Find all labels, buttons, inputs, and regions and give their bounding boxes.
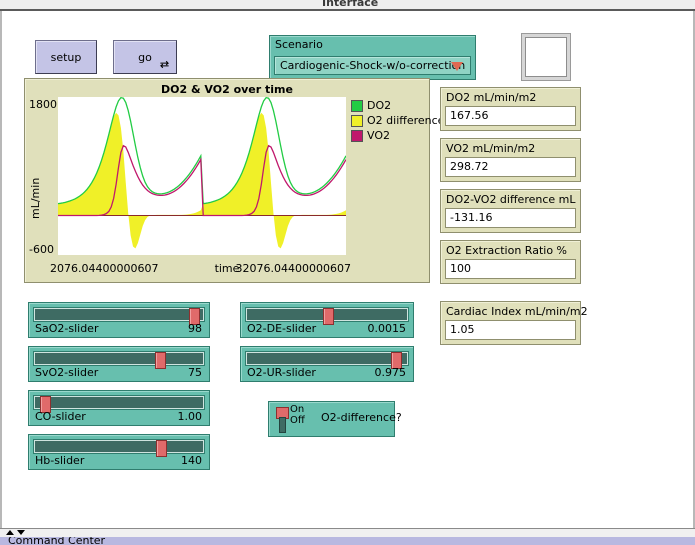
o2-difference-switch[interactable]: On Off O2-difference? [268, 401, 395, 437]
monitor-label: Cardiac Index mL/min/m2 [446, 305, 588, 318]
slider-fill [35, 309, 203, 320]
slider-fill [35, 441, 203, 452]
slider-track[interactable] [245, 307, 409, 322]
slider-track[interactable] [33, 351, 205, 366]
slider-thumb[interactable] [155, 352, 166, 369]
slider-sao2-slider[interactable]: SaO2-slider 98 [28, 302, 210, 338]
slider-o2-ur-slider[interactable]: O2-UR-slider 0.975 [240, 346, 414, 382]
plot-y-min-tick: -600 [29, 243, 54, 256]
switch-on-label: On [290, 404, 304, 415]
plot-y-max-tick: 1800 [29, 98, 57, 111]
monitor-cardiac-index-ml-min-m2[interactable]: Cardiac Index mL/min/m21.05 [440, 301, 581, 345]
command-center-title: Command Center [8, 537, 105, 545]
monitor-value: 167.56 [450, 109, 489, 122]
slider-track[interactable] [33, 439, 205, 454]
switch-stem-icon [279, 417, 286, 433]
slider-name-label: Hb-slider [35, 454, 84, 467]
monitor-vo2-ml-min-m2[interactable]: VO2 mL/min/m2 298.72 [440, 138, 581, 182]
slider-value-label: 1.00 [178, 410, 203, 423]
slider-name-label: SaO2-slider [35, 322, 98, 335]
setup-button-label: setup [51, 51, 82, 64]
slider-thumb[interactable] [323, 308, 334, 325]
legend-label-vo2: VO2 [367, 129, 390, 142]
slider-thumb[interactable] [156, 440, 167, 457]
slider-value-label: 98 [188, 322, 202, 335]
legend-item-vo2: VO2 [351, 129, 425, 142]
monitor-label: O2 Extraction Ratio % [446, 244, 567, 257]
monitor-value: 298.72 [450, 160, 489, 173]
window-titlebar: Interface [0, 0, 695, 9]
slider-o2-de-slider[interactable]: O2-DE-slider 0.0015 [240, 302, 414, 338]
command-center-panel[interactable]: Command Center [0, 537, 695, 545]
slider-co-slider[interactable]: CO-slider 1.00 [28, 390, 210, 426]
slider-track[interactable] [245, 351, 409, 366]
slider-name-label: O2-DE-slider [247, 322, 316, 335]
switch-name-label: O2-difference? [321, 411, 402, 424]
monitor-value: -131.16 [450, 211, 492, 224]
slider-track[interactable] [33, 395, 205, 410]
monitor-do2-ml-min-m2[interactable]: DO2 mL/min/m2 167.56 [440, 87, 581, 131]
slider-fill [35, 397, 203, 408]
plot-y-axis-label: mL/min [29, 178, 42, 219]
interface-canvas: setup go Scenario Cardiogenic-Shock-w/o-… [0, 11, 695, 528]
plot-x-axis-label: time [25, 262, 429, 275]
plot-drawing-area [58, 97, 346, 255]
scenario-chooser-box[interactable]: Cardiogenic-Shock-w/o-correction [274, 56, 471, 75]
scenario-chooser-value: Cardiogenic-Shock-w/o-correction [280, 59, 465, 72]
go-button[interactable]: go [113, 40, 177, 74]
monitor-label: VO2 mL/min/m2 [446, 142, 535, 155]
monitor-value-box: -131.16 [445, 208, 576, 228]
monitor-o2-extraction-ratio[interactable]: O2 Extraction Ratio % 100 [440, 240, 581, 284]
slider-name-label: O2-UR-slider [247, 366, 316, 379]
slider-name-label: CO-slider [35, 410, 86, 423]
slider-svo2-slider[interactable]: SvO2-slider 75 [28, 346, 210, 382]
plot-svg [58, 97, 346, 255]
legend-item-o2-difference: O2 diifference [351, 114, 425, 127]
slider-track[interactable] [33, 307, 205, 322]
monitor-value: 100 [450, 262, 471, 275]
world-view[interactable] [521, 33, 571, 81]
chevron-down-icon [451, 62, 463, 71]
legend-swatch-o2-difference [351, 115, 363, 127]
legend-label-o2-difference: O2 diifference [367, 114, 444, 127]
monitor-do2-vo2-difference-ml[interactable]: DO2-VO2 difference mL -131.16 [440, 189, 581, 233]
slider-value-label: 0.975 [375, 366, 407, 379]
forever-loop-icon [159, 59, 170, 70]
scenario-chooser-label: Scenario [275, 38, 323, 51]
monitor-value-box: 1.05 [445, 320, 576, 340]
legend-swatch-do2 [351, 100, 363, 112]
monitor-value-box: 167.56 [445, 106, 576, 126]
go-button-label: go [138, 51, 152, 64]
legend-item-do2: DO2 [351, 99, 425, 112]
plot-x-max-tick: 32076.04400000607 [236, 262, 351, 275]
collapse-up-icon[interactable] [6, 530, 14, 535]
plot-title: DO2 & VO2 over time [25, 83, 429, 96]
monitor-value: 1.05 [450, 323, 475, 336]
legend-swatch-vo2 [351, 130, 363, 142]
switch-lever[interactable] [275, 407, 289, 431]
slider-fill [247, 353, 407, 364]
window-title: Interface [322, 0, 378, 9]
slider-name-label: SvO2-slider [35, 366, 98, 379]
collapse-down-icon[interactable] [17, 530, 25, 535]
slider-value-label: 75 [188, 366, 202, 379]
switch-off-label: Off [290, 415, 305, 426]
monitor-value-box: 100 [445, 259, 576, 279]
do2-vo2-plot[interactable]: DO2 & VO2 over time 1800 -600 mL/min 207… [24, 78, 430, 283]
monitor-label: DO2-VO2 difference mL [446, 193, 576, 206]
slider-hb-slider[interactable]: Hb-slider 140 [28, 434, 210, 470]
slider-fill [35, 353, 203, 364]
setup-button[interactable]: setup [35, 40, 97, 74]
plot-legend: DO2 O2 diifference VO2 [351, 99, 425, 144]
slider-value-label: 0.0015 [368, 322, 407, 335]
scenario-chooser[interactable]: Scenario Cardiogenic-Shock-w/o-correctio… [269, 35, 476, 80]
slider-value-label: 140 [181, 454, 202, 467]
monitor-value-box: 298.72 [445, 157, 576, 177]
legend-label-do2: DO2 [367, 99, 391, 112]
monitor-label: DO2 mL/min/m2 [446, 91, 536, 104]
canvas-left-border [0, 11, 2, 528]
